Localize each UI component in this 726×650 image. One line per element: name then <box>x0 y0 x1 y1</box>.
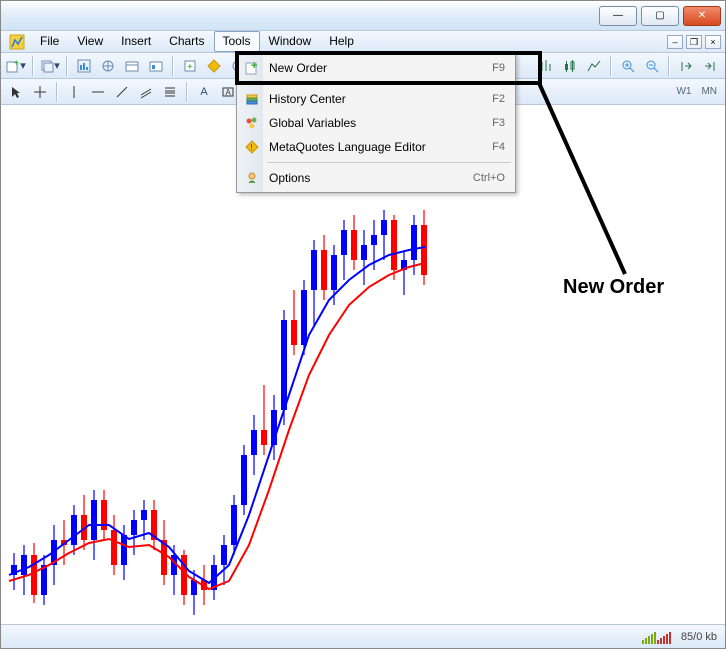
zoom-in-button[interactable] <box>617 55 639 77</box>
menu-global-variables[interactable]: Global Variables F3 <box>239 111 513 135</box>
text-tool-button[interactable]: A <box>193 81 215 103</box>
menu-global-variables-shortcut: F3 <box>492 117 505 129</box>
vertical-line-button[interactable] <box>63 81 85 103</box>
profiles-button[interactable]: ▾ <box>39 55 61 77</box>
zoom-out-button[interactable] <box>641 55 663 77</box>
trendline-button[interactable] <box>111 81 133 103</box>
options-icon <box>243 169 261 187</box>
menu-history-center[interactable]: History Center F2 <box>239 87 513 111</box>
menu-file[interactable]: File <box>31 31 68 52</box>
menu-options-shortcut: Ctrl+O <box>473 172 505 184</box>
menu-help[interactable]: Help <box>320 31 363 52</box>
metaeditor-button[interactable] <box>203 55 225 77</box>
market-watch-button[interactable] <box>73 55 95 77</box>
window-titlebar: — ▢ ✕ <box>1 1 725 31</box>
maximize-icon: ▢ <box>655 10 664 21</box>
tester-button[interactable] <box>145 55 167 77</box>
mdi-restore-button[interactable]: ❐ <box>686 35 702 49</box>
menu-separator <box>267 162 511 163</box>
svg-text:+: + <box>187 62 193 73</box>
horizontal-line-button[interactable] <box>87 81 109 103</box>
menu-options-label: Options <box>269 171 465 185</box>
menu-insert[interactable]: Insert <box>112 31 160 52</box>
app-icon <box>7 32 27 52</box>
channel-button[interactable] <box>135 81 157 103</box>
svg-text:+: + <box>14 59 19 68</box>
menubar: File View Insert Charts Tools Window Hel… <box>1 31 725 53</box>
mdi-close-button[interactable]: × <box>705 35 721 49</box>
cursor-tool-button[interactable] <box>5 81 27 103</box>
terminal-button[interactable] <box>121 55 143 77</box>
menu-view[interactable]: View <box>68 31 112 52</box>
menu-tools[interactable]: Tools <box>214 31 260 52</box>
navigator-button[interactable] <box>97 55 119 77</box>
mdi-minimize-button[interactable]: – <box>667 35 683 49</box>
auto-scroll-button[interactable] <box>675 55 697 77</box>
new-order-button[interactable]: + <box>179 55 201 77</box>
minimize-icon: — <box>613 10 623 21</box>
menu-new-order-label: New Order <box>269 61 484 75</box>
statusbar: 85/0 kb <box>1 624 725 648</box>
window-close-button[interactable]: ✕ <box>683 6 721 26</box>
history-center-icon <box>243 90 261 108</box>
crosshair-tool-button[interactable] <box>29 81 51 103</box>
metaquotes-editor-icon: ! <box>243 138 261 156</box>
timeframe-w1[interactable]: W1 <box>672 86 695 97</box>
close-icon: ✕ <box>698 10 706 21</box>
annotation-label: New Order <box>563 276 664 299</box>
menu-new-order[interactable]: + New Order F9 <box>239 56 513 80</box>
timeframe-mn[interactable]: MN <box>697 86 721 97</box>
candle-chart-button[interactable] <box>559 55 581 77</box>
new-chart-button[interactable]: +▾ <box>5 55 27 77</box>
window-minimize-button[interactable]: — <box>599 6 637 26</box>
menu-window[interactable]: Window <box>260 31 321 52</box>
status-traffic: 85/0 kb <box>681 631 717 643</box>
menu-history-center-shortcut: F2 <box>492 93 505 105</box>
menu-history-center-label: History Center <box>269 92 484 106</box>
connection-bars-icon <box>642 630 671 644</box>
window-maximize-button[interactable]: ▢ <box>641 6 679 26</box>
menu-charts[interactable]: Charts <box>160 31 213 52</box>
menu-metaquotes-editor-shortcut: F4 <box>492 141 505 153</box>
chart-shift-button[interactable] <box>699 55 721 77</box>
new-order-icon: + <box>243 59 261 77</box>
menu-separator <box>267 83 511 84</box>
menu-options[interactable]: Options Ctrl+O <box>239 166 513 190</box>
svg-text:+: + <box>251 61 257 72</box>
svg-text:!: ! <box>251 143 253 152</box>
menu-metaquotes-editor[interactable]: ! MetaQuotes Language Editor F4 <box>239 135 513 159</box>
global-variables-icon <box>243 114 261 132</box>
bar-chart-button[interactable] <box>535 55 557 77</box>
menu-new-order-shortcut: F9 <box>492 62 505 74</box>
line-chart-button[interactable] <box>583 55 605 77</box>
menu-metaquotes-editor-label: MetaQuotes Language Editor <box>269 140 484 154</box>
tools-dropdown: + New Order F9 History Center F2 Global … <box>236 53 516 193</box>
svg-text:A: A <box>226 88 232 97</box>
menu-global-variables-label: Global Variables <box>269 116 484 130</box>
fibonacci-button[interactable] <box>159 81 181 103</box>
